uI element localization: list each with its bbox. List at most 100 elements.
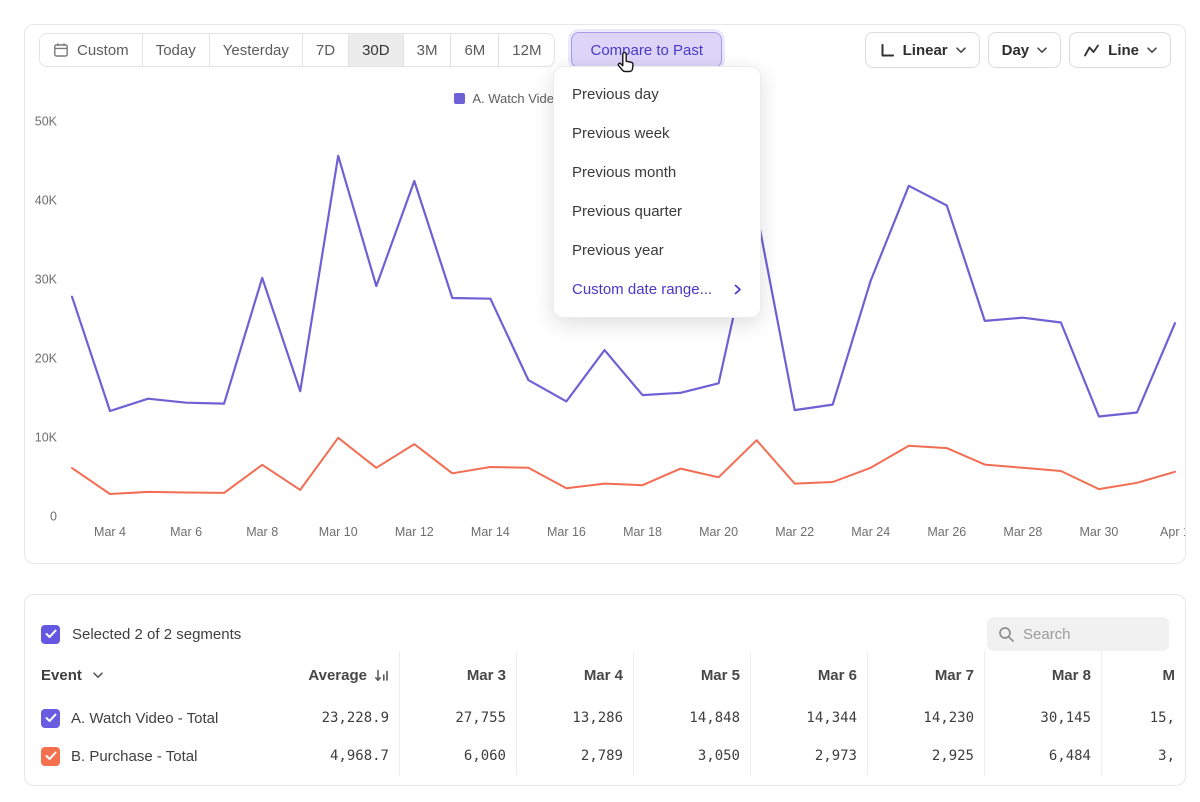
segments-header: Selected 2 of 2 segments (25, 595, 1185, 651)
value-cell: 2,973 (750, 737, 867, 775)
value-cell: 6,060 (399, 737, 516, 775)
x-axis-tick: Mar 22 (775, 525, 814, 539)
segment-row-purchase: B. Purchase - Total (25, 737, 265, 775)
event-column-header[interactable]: Event (25, 651, 265, 699)
search-box[interactable] (987, 617, 1169, 651)
chevron-right-icon (734, 284, 742, 295)
x-axis-tick: Apr 1 (1160, 525, 1185, 539)
compare-to-past-button[interactable]: Compare to Past (571, 32, 722, 68)
average-header-label: Average (308, 667, 367, 684)
y-axis-tick: 50K (35, 115, 58, 129)
range-button-today[interactable]: Today (142, 34, 209, 66)
menu-item-custom-date-range[interactable]: Custom date range... (554, 270, 760, 309)
value-cell: 30,145 (984, 699, 1101, 737)
x-axis-tick: Mar 24 (851, 525, 890, 539)
range-button-7d[interactable]: 7D (302, 34, 348, 66)
range-button-yesterday[interactable]: Yesterday (209, 34, 302, 66)
average-column-header[interactable]: Average (265, 651, 399, 699)
segments-table: Event Average Mar 3 Mar 4 Mar 5 Mar 6 Ma… (25, 651, 1185, 775)
x-axis-tick: Mar 16 (547, 525, 586, 539)
value-cell: 6,484 (984, 737, 1101, 775)
date-column-header: Mar 3 (399, 651, 516, 699)
value-cell: 3, (1101, 737, 1185, 775)
y-scale-select[interactable]: Linear (865, 32, 980, 68)
check-icon (45, 713, 57, 723)
check-icon (45, 751, 57, 761)
axis-icon (879, 43, 895, 58)
range-button-3m[interactable]: 3M (403, 34, 451, 66)
search-icon (998, 626, 1015, 643)
average-cell: 23,228.9 (265, 699, 399, 737)
custom-date-range-label: Custom date range... (572, 281, 712, 298)
range-button-30d[interactable]: 30D (348, 34, 403, 66)
date-column-header: Mar 8 (984, 651, 1101, 699)
value-cell: 3,050 (633, 737, 750, 775)
x-axis-tick: Mar 10 (319, 525, 358, 539)
chevron-down-icon (93, 672, 103, 679)
segments-card: Selected 2 of 2 segments Event Average M… (24, 594, 1186, 786)
chevron-down-icon (1037, 47, 1047, 54)
x-axis-tick: Mar 20 (699, 525, 738, 539)
menu-item-previous-day[interactable]: Previous day (554, 75, 760, 114)
segment-label: B. Purchase - Total (71, 748, 197, 765)
value-cell: 13,286 (516, 699, 633, 737)
x-axis-tick: Mar 26 (927, 525, 966, 539)
segment-row-watch-video: A. Watch Video - Total (25, 699, 265, 737)
chevron-down-icon (1147, 47, 1157, 54)
x-axis-tick: Mar 8 (246, 525, 278, 539)
date-column-header: Mar 7 (867, 651, 984, 699)
range-button-6m[interactable]: 6M (450, 34, 498, 66)
sort-descending-icon (374, 668, 389, 683)
segment-checkbox[interactable] (41, 709, 60, 728)
x-axis-tick: Mar 18 (623, 525, 662, 539)
interval-label: Day (1002, 42, 1030, 59)
line-chart-icon (1083, 43, 1100, 58)
series-line-1[interactable] (72, 438, 1175, 494)
value-cell: 2,789 (516, 737, 633, 775)
y-axis-tick: 20K (35, 352, 58, 366)
x-axis-tick: Mar 6 (170, 525, 202, 539)
calendar-icon (53, 42, 69, 58)
chart-type-label: Line (1108, 42, 1139, 59)
check-icon (45, 629, 57, 639)
y-axis-tick: 30K (35, 273, 58, 287)
segment-label: A. Watch Video - Total (71, 710, 218, 727)
compare-menu: Previous day Previous week Previous mont… (553, 66, 761, 318)
average-cell: 4,968.7 (265, 737, 399, 775)
chart-type-select[interactable]: Line (1069, 32, 1171, 68)
menu-item-previous-quarter[interactable]: Previous quarter (554, 192, 760, 231)
chevron-down-icon (956, 47, 966, 54)
select-all-checkbox[interactable] (41, 625, 60, 644)
custom-range-label: Custom (77, 42, 129, 59)
y-axis-tick: 40K (35, 194, 58, 208)
date-column-header: Mar 5 (633, 651, 750, 699)
x-axis-tick: Mar 30 (1079, 525, 1118, 539)
menu-item-previous-month[interactable]: Previous month (554, 153, 760, 192)
event-header-label: Event (41, 667, 82, 684)
interval-select[interactable]: Day (988, 32, 1062, 68)
segment-checkbox[interactable] (41, 747, 60, 766)
date-range-group: Custom Today Yesterday 7D 30D 3M 6M 12M (39, 33, 555, 67)
date-column-header: Mar 6 (750, 651, 867, 699)
value-cell: 15, (1101, 699, 1185, 737)
y-scale-label: Linear (903, 42, 948, 59)
menu-item-previous-year[interactable]: Previous year (554, 231, 760, 270)
date-column-header: M (1101, 651, 1185, 699)
selected-count-label: Selected 2 of 2 segments (72, 626, 241, 643)
search-input[interactable] (1023, 626, 1155, 643)
y-axis-tick: 0 (50, 510, 57, 524)
value-cell: 14,344 (750, 699, 867, 737)
date-column-header: Mar 4 (516, 651, 633, 699)
x-axis-tick: Mar 4 (94, 525, 126, 539)
menu-item-previous-week[interactable]: Previous week (554, 114, 760, 153)
y-axis-tick: 10K (35, 431, 58, 445)
value-cell: 2,925 (867, 737, 984, 775)
value-cell: 27,755 (399, 699, 516, 737)
x-axis-tick: Mar 28 (1003, 525, 1042, 539)
x-axis-tick: Mar 12 (395, 525, 434, 539)
value-cell: 14,230 (867, 699, 984, 737)
chart-controls: Linear Day Line (865, 32, 1171, 68)
value-cell: 14,848 (633, 699, 750, 737)
custom-range-button[interactable]: Custom (40, 34, 142, 66)
range-button-12m[interactable]: 12M (498, 34, 554, 66)
